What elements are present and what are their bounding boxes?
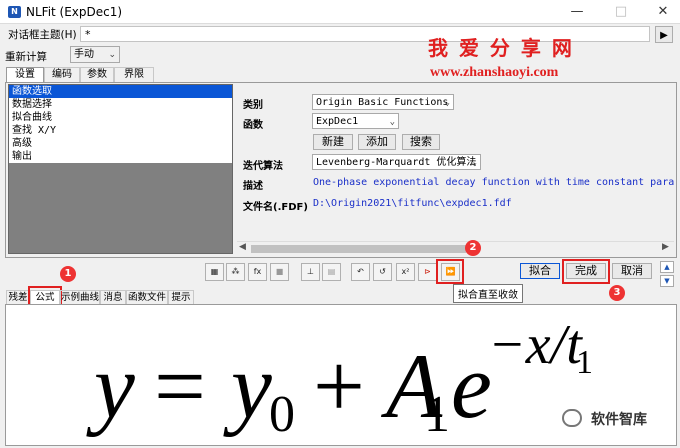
nlfit-app-icon: N xyxy=(8,6,21,18)
scroll-left-icon[interactable]: ◀ xyxy=(239,242,246,252)
tab-function-file[interactable]: 函数文件 xyxy=(126,290,168,304)
fit-data-icon[interactable]: ▦ xyxy=(205,263,224,281)
tab-messages[interactable]: 消息 xyxy=(100,290,126,304)
watermark-title: 我 爱 分 享 网 xyxy=(428,36,574,60)
chevron-down-icon: ⌄ xyxy=(471,158,477,168)
triangle-right-icon: ▶ xyxy=(660,30,668,41)
recalc-select[interactable]: 手动 ⌄ xyxy=(70,46,120,63)
step-marker-1: 1 xyxy=(60,266,76,282)
step-marker-3: 3 xyxy=(609,285,625,301)
close-button[interactable]: ✕ xyxy=(648,2,678,22)
filename-value[interactable]: D:\Origin2021\fitfunc\expdec1.fdf xyxy=(313,198,512,209)
fx-icon[interactable]: fx xyxy=(248,263,267,281)
scrollbar-thumb[interactable] xyxy=(251,245,466,253)
parameter-share-icon[interactable]: ▤ xyxy=(322,263,341,281)
undo-icon[interactable]: ↶ xyxy=(351,263,370,281)
list-item[interactable]: 查找 X/Y xyxy=(9,124,232,137)
maximize-button[interactable]: □ xyxy=(606,2,636,22)
formula-y0-base: y xyxy=(223,335,272,437)
one-iteration-icon[interactable]: ⊳ xyxy=(418,263,437,281)
search-button[interactable]: 搜索 xyxy=(402,134,440,150)
cancel-button[interactable]: 取消 xyxy=(612,263,652,279)
recalc-value: 手动 xyxy=(74,49,94,60)
formula-y0-sub: 0 xyxy=(269,386,295,443)
highlight-box-converge xyxy=(436,259,464,284)
formula-exponent: −x/t xyxy=(488,314,583,376)
new-button[interactable]: 新建 xyxy=(313,134,353,150)
scroll-right-icon[interactable]: ▶ xyxy=(662,242,669,252)
chi-square-icon[interactable]: x² xyxy=(396,263,415,281)
iteration-select[interactable]: Levenberg-Marquardt 优化算法 ⌄ xyxy=(312,154,481,170)
formula-equals: = xyxy=(154,335,206,437)
formula-e: e xyxy=(451,335,492,437)
dialog-theme-label: 对话框主题(H) xyxy=(8,29,77,41)
function-value: ExpDec1 xyxy=(316,116,359,127)
parameter-bound-icon[interactable]: ⊥ xyxy=(301,263,320,281)
filename-label: 文件名(.FDF) xyxy=(243,202,308,213)
expand-down-icon[interactable]: ▼ xyxy=(660,275,674,287)
recalc-label: 重新计算 xyxy=(5,51,47,63)
tab-hints[interactable]: 提示 xyxy=(168,290,194,304)
tree-list: 函数选取 数据选择 拟合曲线 查找 X/Y 高级 输出 xyxy=(8,84,233,254)
horizontal-scrollbar[interactable]: ◀ ▶ xyxy=(237,241,674,255)
window-title: NLFit (ExpDec1) xyxy=(26,5,123,19)
title-bar: N NLFit (ExpDec1) — □ ✕ xyxy=(0,0,680,24)
function-label: 函数 xyxy=(243,120,263,131)
formula-plus: + xyxy=(313,335,365,437)
list-item[interactable]: 数据选择 xyxy=(9,98,232,111)
list-item[interactable]: 输出 xyxy=(9,150,232,163)
description-value: One-phase exponential decay function wit… xyxy=(313,177,674,188)
description-label: 描述 xyxy=(243,181,263,192)
tab-sample-curve[interactable]: 示例曲线 xyxy=(60,290,100,304)
chevron-down-icon: ⌄ xyxy=(444,98,450,108)
chevron-down-icon: ⌄ xyxy=(108,50,116,60)
fit-points-icon[interactable]: ⁂ xyxy=(226,263,245,281)
chevron-down-icon: ⌄ xyxy=(389,117,395,127)
step-marker-2: 2 xyxy=(465,240,481,256)
save-icon[interactable]: ■ xyxy=(270,263,289,281)
category-value: Origin Basic Functions xyxy=(316,97,449,108)
list-item[interactable]: 拟合曲线 xyxy=(9,111,232,124)
formula-exponent-sub: 1 xyxy=(576,344,593,381)
brand-text: 软件智库 xyxy=(591,412,647,428)
wechat-icon xyxy=(562,409,582,427)
highlight-box-done xyxy=(562,259,610,284)
collapse-up-icon[interactable]: ▲ xyxy=(660,261,674,273)
watermark-url: www.zhanshaoyi.com xyxy=(430,65,559,80)
tab-bounds[interactable]: 界限 xyxy=(114,67,154,82)
theme-arrow-button[interactable]: ▶ xyxy=(655,26,673,43)
minimize-button[interactable]: — xyxy=(562,2,592,22)
iteration-value: Levenberg-Marquardt 优化算法 xyxy=(316,157,477,168)
tab-settings[interactable]: 设置 xyxy=(6,67,44,83)
formula-y: y xyxy=(86,335,135,437)
formula-panel: y = y 0 + A 1 e −x/t 1 软件智库 xyxy=(5,304,677,446)
tab-code[interactable]: 编码 xyxy=(44,67,80,82)
category-label: 类别 xyxy=(243,100,263,111)
tab-residual[interactable]: 残差 xyxy=(6,290,30,304)
list-item[interactable]: 函数选取 xyxy=(9,85,232,98)
category-select[interactable]: Origin Basic Functions ⌄ xyxy=(312,94,454,110)
reset-icon[interactable]: ↺ xyxy=(373,263,392,281)
tab-parameters[interactable]: 参数 xyxy=(80,67,114,82)
add-button[interactable]: 添加 xyxy=(358,134,396,150)
iteration-label: 迭代算法 xyxy=(243,161,283,172)
tooltip: 拟合直至收敛 xyxy=(453,284,523,303)
formula-A-sub: 1 xyxy=(424,386,450,443)
fit-button[interactable]: 拟合 xyxy=(520,263,560,279)
list-item[interactable]: 高级 xyxy=(9,137,232,150)
function-select[interactable]: ExpDec1 ⌄ xyxy=(312,113,399,129)
